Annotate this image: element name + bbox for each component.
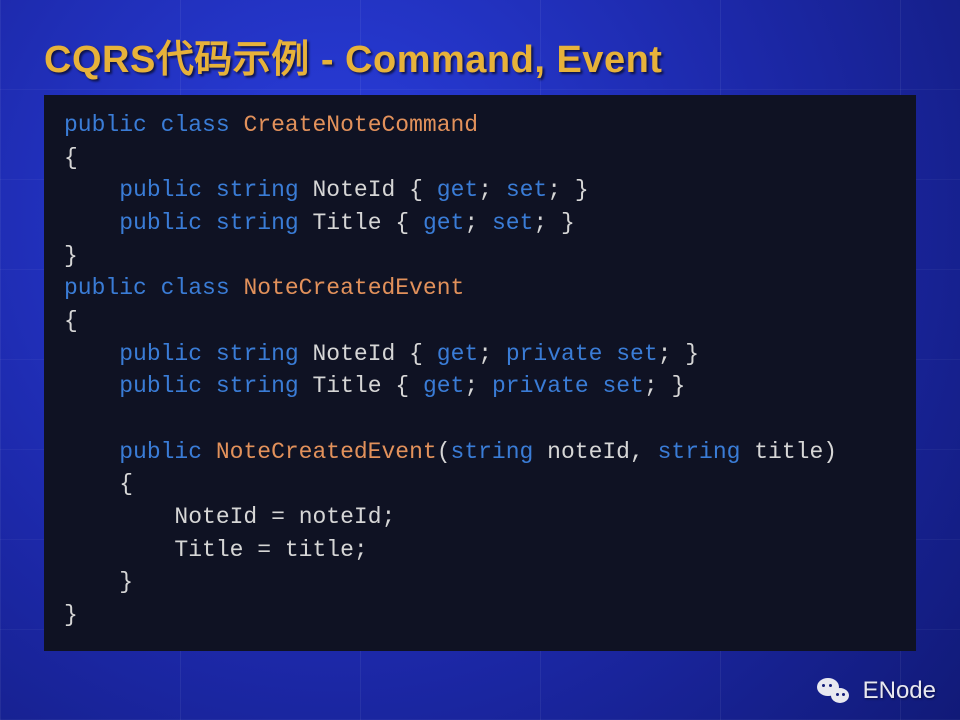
kw-get: get xyxy=(437,341,478,367)
prop-name: NoteId xyxy=(313,177,396,203)
brace-close: } xyxy=(64,569,133,595)
kw-string: string xyxy=(216,341,299,367)
kw-set: set xyxy=(602,373,643,399)
prop-name: Title xyxy=(313,373,382,399)
kw-string: string xyxy=(658,439,741,465)
kw-class: class xyxy=(161,275,230,301)
brace-open: { xyxy=(64,471,133,497)
brace-close: } xyxy=(64,602,78,628)
kw-get: get xyxy=(437,177,478,203)
kw-public: public xyxy=(64,112,147,138)
kw-public: public xyxy=(119,210,202,236)
kw-public: public xyxy=(119,439,202,465)
kw-public: public xyxy=(119,177,202,203)
prop-name: Title xyxy=(313,210,382,236)
assign-rhs: title xyxy=(285,537,354,563)
footer-label: ENode xyxy=(863,677,936,705)
kw-set: set xyxy=(492,210,533,236)
kw-private: private xyxy=(506,341,603,367)
brace-open: { xyxy=(64,308,78,334)
brace-open: { xyxy=(64,145,78,171)
param: noteId xyxy=(547,439,630,465)
type-name: CreateNoteCommand xyxy=(243,112,478,138)
assign-lhs: Title xyxy=(174,537,243,563)
ctor-name: NoteCreatedEvent xyxy=(216,439,437,465)
param: title xyxy=(754,439,823,465)
slide-title: CQRS代码示例 - Command, Event xyxy=(44,28,916,83)
kw-public: public xyxy=(64,275,147,301)
wechat-icon xyxy=(817,676,853,706)
slide: CQRS代码示例 - Command, Event public class C… xyxy=(0,0,960,720)
prop-name: NoteId xyxy=(313,341,396,367)
kw-class: class xyxy=(161,112,230,138)
kw-set: set xyxy=(616,341,657,367)
kw-get: get xyxy=(423,373,464,399)
code-block: public class CreateNoteCommand { public … xyxy=(44,95,916,651)
kw-string: string xyxy=(216,210,299,236)
kw-get: get xyxy=(423,210,464,236)
footer: ENode xyxy=(817,676,936,706)
kw-public: public xyxy=(119,373,202,399)
assign-rhs: noteId xyxy=(299,504,382,530)
kw-string: string xyxy=(216,373,299,399)
brace-close: } xyxy=(64,243,78,269)
type-name: NoteCreatedEvent xyxy=(243,275,464,301)
kw-set: set xyxy=(506,177,547,203)
assign-lhs: NoteId xyxy=(174,504,257,530)
kw-public: public xyxy=(119,341,202,367)
kw-string: string xyxy=(216,177,299,203)
kw-string: string xyxy=(451,439,534,465)
kw-private: private xyxy=(492,373,589,399)
